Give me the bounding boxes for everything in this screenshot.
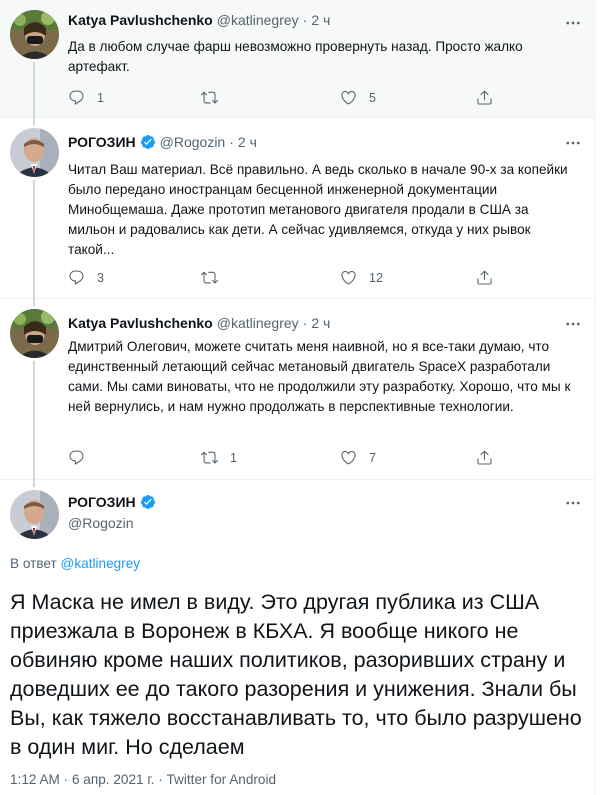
share-button[interactable]: [476, 449, 493, 466]
thread-line: [33, 479, 35, 487]
like-count: 7: [369, 450, 376, 465]
avatar[interactable]: [10, 10, 59, 59]
thread-line: [33, 180, 35, 298]
retweet-icon: [201, 271, 218, 284]
author-name[interactable]: РОГОЗИН: [68, 134, 136, 150]
like-count: 12: [369, 270, 383, 285]
author-handle[interactable]: @Rogozin: [68, 515, 134, 531]
tweet-header: РОГОЗИН @Rogozin · 2 ч: [68, 134, 257, 150]
more-icon[interactable]: [564, 494, 582, 512]
tweet-metadata[interactable]: 1:12 AM · 6 апр. 2021 г. · Twitter for A…: [10, 772, 276, 787]
thread-line: [33, 298, 35, 306]
dot-separator: ·: [302, 12, 308, 28]
more-icon[interactable]: [564, 134, 582, 152]
tweet-actions: 1 5: [68, 89, 508, 109]
tweet-3[interactable]: Katya Pavlushchenko @katlinegrey · 2 ч Д…: [0, 298, 596, 479]
share-icon: [477, 270, 492, 285]
retweet-button[interactable]: 1: [201, 449, 237, 466]
reply-button[interactable]: [68, 449, 97, 466]
tweet-1[interactable]: Katya Pavlushchenko @katlinegrey · 2 ч Д…: [0, 0, 596, 117]
author-name-row: РОГОЗИН: [68, 494, 156, 510]
tweet-actions: 3 12: [68, 269, 508, 289]
reply-icon: [69, 90, 84, 105]
reply-count: 1: [97, 90, 104, 105]
share-button[interactable]: [476, 89, 493, 106]
dot-separator: ·: [229, 134, 234, 150]
author-handle[interactable]: @katlinegrey: [217, 12, 299, 28]
avatar[interactable]: [10, 128, 59, 177]
tweet-text: Да в любом случае фарш невозможно провер…: [68, 39, 523, 74]
main-tweet-text: Я Маска не имел в виду. Это другая публи…: [10, 590, 582, 759]
author-handle[interactable]: @Rogozin: [160, 134, 226, 150]
retweet-count: 1: [230, 450, 237, 465]
verified-icon: [140, 135, 155, 149]
tweet-actions: 1 7: [68, 449, 508, 469]
share-icon: [477, 90, 492, 105]
avatar[interactable]: [10, 490, 59, 539]
retweet-button[interactable]: [201, 269, 230, 286]
reply-icon: [69, 270, 84, 285]
thread-line: [33, 62, 35, 117]
timestamp[interactable]: 2 ч: [238, 134, 257, 150]
tweet-text: Дмитрий Олегович, можете считать меня на…: [68, 339, 571, 414]
retweet-icon: [201, 91, 218, 104]
like-count: 5: [369, 90, 376, 105]
reply-context: В ответ @katlinegrey: [10, 556, 140, 571]
like-icon: [341, 90, 356, 105]
main-tweet: РОГОЗИН @Rogozin В ответ @katlinegrey Я …: [0, 479, 596, 795]
reply-to-link[interactable]: @katlinegrey: [61, 556, 141, 571]
tweet-text: Читал Ваш материал. Всё правильно. А вед…: [68, 162, 568, 257]
reply-icon: [69, 450, 84, 465]
timestamp[interactable]: 2 ч: [311, 315, 330, 331]
share-button[interactable]: [476, 269, 493, 286]
share-icon: [477, 450, 492, 465]
tweet-header: Katya Pavlushchenko @katlinegrey · 2 ч: [68, 315, 330, 331]
author-name[interactable]: РОГОЗИН: [68, 494, 136, 510]
retweet-button[interactable]: [201, 89, 230, 106]
reply-button[interactable]: 1: [68, 89, 104, 106]
retweet-icon: [201, 451, 218, 464]
reply-button[interactable]: 3: [68, 269, 104, 286]
like-button[interactable]: 12: [340, 269, 383, 286]
avatar[interactable]: [10, 309, 59, 358]
like-button[interactable]: 7: [340, 449, 376, 466]
author-name[interactable]: Katya Pavlushchenko: [68, 12, 213, 28]
reply-prefix: В ответ: [10, 556, 57, 571]
more-icon[interactable]: [564, 315, 582, 333]
timestamp[interactable]: 2 ч: [311, 12, 330, 28]
author-name[interactable]: Katya Pavlushchenko: [68, 315, 213, 331]
thread-line: [33, 361, 35, 479]
tweet-2[interactable]: РОГОЗИН @Rogozin · 2 ч Читал Ваш материа…: [0, 117, 596, 298]
reply-count: 3: [97, 270, 104, 285]
verified-icon: [140, 495, 155, 509]
thread-line: [33, 117, 35, 125]
tweet-header: Katya Pavlushchenko @katlinegrey · 2 ч: [68, 12, 330, 28]
like-icon: [341, 270, 356, 285]
timeline: Katya Pavlushchenko @katlinegrey · 2 ч Д…: [0, 0, 596, 795]
like-icon: [341, 450, 356, 465]
more-icon[interactable]: [564, 14, 582, 32]
author-handle[interactable]: @katlinegrey: [217, 315, 299, 331]
like-button[interactable]: 5: [340, 89, 376, 106]
dot-separator: ·: [302, 315, 308, 331]
